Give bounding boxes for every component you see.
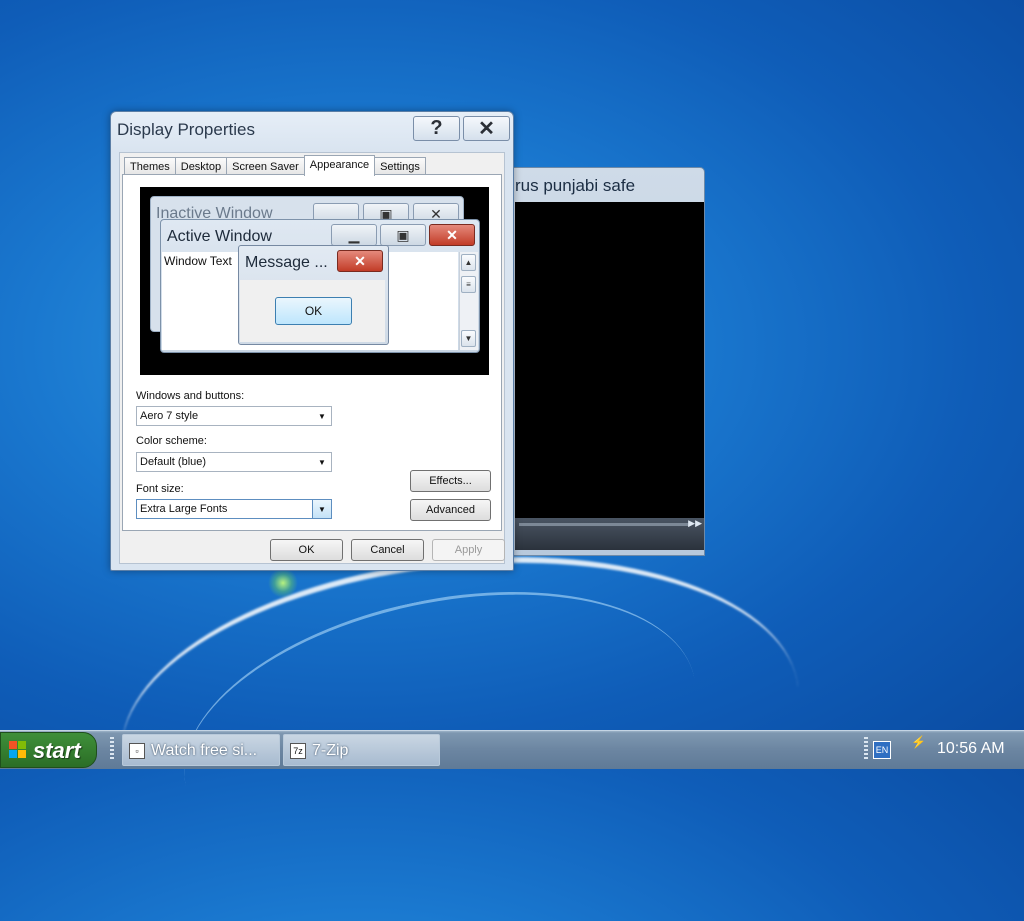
windows-logo-icon (9, 741, 27, 759)
preview-active-maximize-icon: ▣ (380, 224, 426, 246)
network-icon[interactable]: ⚡ (911, 735, 926, 749)
preview-ok-button: OK (275, 297, 352, 325)
language-indicator[interactable]: EN (873, 741, 891, 759)
wallpaper-glow (268, 568, 298, 598)
help-button[interactable]: ? (413, 116, 460, 141)
preview-message-body: OK (240, 280, 385, 342)
color-scheme-select[interactable]: Default (blue) ▼ (136, 452, 332, 472)
fast-forward-icon[interactable]: ▶▶ (688, 518, 702, 529)
close-button[interactable]: ✕ (463, 116, 510, 141)
tray-grip (864, 737, 868, 761)
taskbar-item-label: Watch free si... (151, 742, 258, 759)
taskbar-grip[interactable] (110, 737, 114, 761)
effects-button[interactable]: Effects... (410, 470, 491, 492)
advanced-button[interactable]: Advanced (410, 499, 491, 521)
tab-themes[interactable]: Themes (124, 157, 176, 175)
tab-settings[interactable]: Settings (374, 157, 426, 175)
appearance-tab-pane: Inactive Window ▁ ▣ ✕ Active Window ▁ ▣ … (122, 174, 502, 531)
windows-buttons-label: Windows and buttons: (136, 390, 245, 402)
font-size-label: Font size: (136, 483, 184, 495)
scroll-thumb: ≡ (461, 276, 476, 293)
font-size-select[interactable]: Extra Large Fonts ▼ (136, 499, 332, 519)
scroll-down-icon: ▼ (461, 330, 476, 347)
taskbar: start ▫ Watch free si... 7z 7-Zip EN ⚡ 1… (0, 730, 1024, 769)
chevron-down-icon[interactable]: ▼ (313, 407, 331, 425)
7zip-icon: 7z (290, 743, 306, 759)
chevron-down-icon[interactable]: ▼ (312, 500, 331, 518)
video-player-window[interactable]: rus punjabi safe ▶▶ (508, 167, 705, 556)
tab-appearance[interactable]: Appearance (303, 155, 376, 176)
preview-message-title: Message ... (245, 254, 328, 271)
start-button[interactable]: start (0, 732, 97, 768)
ok-button[interactable]: OK (270, 539, 343, 561)
preview-active-close-icon: ✕ (429, 224, 475, 246)
apply-button[interactable]: Apply (432, 539, 505, 561)
video-controls-bar: ▶▶ (515, 518, 704, 550)
dialog-title: Display Properties (117, 120, 255, 139)
color-scheme-label: Color scheme: (136, 435, 207, 447)
clock[interactable]: 10:56 AM (937, 740, 1005, 758)
preview-window-text: Window Text (164, 254, 232, 268)
appearance-preview: Inactive Window ▁ ▣ ✕ Active Window ▁ ▣ … (140, 187, 489, 375)
dialog-client-area: Themes Desktop Screen Saver Appearance S… (119, 152, 505, 564)
taskbar-item-7zip[interactable]: 7z 7-Zip (283, 734, 440, 766)
video-area[interactable] (515, 202, 704, 518)
chevron-down-icon[interactable]: ▼ (313, 453, 331, 471)
preview-active-title: Active Window (167, 228, 272, 245)
preview-active-minimize-icon: ▁ (331, 224, 377, 246)
taskbar-item-watch[interactable]: ▫ Watch free si... (122, 734, 280, 766)
font-size-value: Extra Large Fonts (140, 503, 228, 515)
windows-buttons-value: Aero 7 style (140, 410, 199, 422)
tab-strip: Themes Desktop Screen Saver Appearance S… (124, 155, 426, 176)
display-properties-dialog: Display Properties ? ✕ Themes Desktop Sc… (110, 111, 514, 571)
taskbar-item-label: 7-Zip (312, 742, 349, 759)
wallpaper-swoosh (104, 525, 816, 921)
windows-buttons-select[interactable]: Aero 7 style ▼ (136, 406, 332, 426)
cancel-button[interactable]: Cancel (351, 539, 424, 561)
scroll-up-icon: ▲ (461, 254, 476, 271)
preview-scrollbar: ▲ ≡ ▼ (459, 252, 478, 350)
color-scheme-value: Default (blue) (140, 456, 207, 468)
video-seek-bar[interactable] (519, 523, 689, 526)
video-window-title: rus punjabi safe (515, 176, 636, 195)
preview-message-box: Message ... ✕ OK (238, 245, 389, 345)
preview-message-close-icon: ✕ (337, 250, 383, 272)
window-icon: ▫ (129, 743, 145, 759)
tab-screen-saver[interactable]: Screen Saver (226, 157, 305, 175)
tab-desktop[interactable]: Desktop (174, 157, 228, 175)
start-label: start (33, 738, 81, 763)
